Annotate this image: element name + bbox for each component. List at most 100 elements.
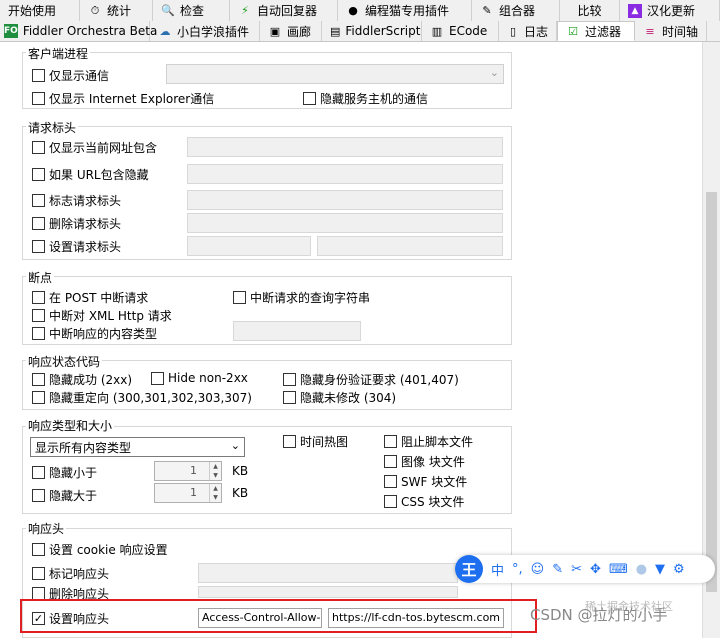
break-content-type-checkbox[interactable] <box>32 327 45 340</box>
only-show-traffic-row[interactable]: 仅显示通信 <box>32 67 109 84</box>
block-image-row[interactable]: 图像 块文件 <box>384 453 465 470</box>
hide-smaller-spinner[interactable]: 1 ▲ ▼ <box>154 461 222 481</box>
set-request-header-checkbox[interactable] <box>32 240 45 253</box>
break-query-checkbox[interactable] <box>233 291 246 304</box>
url-hide-input[interactable] <box>187 164 503 184</box>
only-ie-checkbox[interactable] <box>32 92 45 105</box>
block-script-checkbox[interactable] <box>384 435 397 448</box>
set-cookie-checkbox[interactable] <box>32 543 45 556</box>
block-swf-row[interactable]: SWF 块文件 <box>384 473 467 490</box>
only-show-traffic-checkbox[interactable] <box>32 69 45 82</box>
tab-timeline[interactable]: ≡ 时间轴 <box>635 21 707 41</box>
break-content-type-input[interactable] <box>233 321 361 341</box>
flag-response-header-row[interactable]: 标记响应头 <box>32 565 109 582</box>
break-content-type-row[interactable]: 中断响应的内容类型 <box>32 325 157 342</box>
breakpoints-title: 断点 <box>26 269 55 286</box>
delete-request-header-input[interactable] <box>187 213 503 233</box>
url-contains-row[interactable]: 仅显示当前网址包含 <box>32 139 157 156</box>
tab-xiaobai-plugin[interactable]: ☁ 小白学浪插件 <box>150 21 260 41</box>
hide-non2xx-row[interactable]: Hide non-2xx <box>151 371 248 385</box>
flag-request-header-checkbox[interactable] <box>32 194 45 207</box>
delete-response-header-input[interactable] <box>198 586 458 598</box>
block-css-checkbox[interactable] <box>384 495 397 508</box>
hide-service-host-checkbox[interactable] <box>303 92 316 105</box>
hide-smaller-checkbox[interactable] <box>32 466 45 479</box>
smile-icon[interactable]: ☺ <box>531 562 545 577</box>
tab-chinese-update[interactable]: ▲ 汉化更新 <box>620 0 720 21</box>
time-heatmap-row[interactable]: 时间热图 <box>283 433 348 450</box>
set-cookie-row[interactable]: 设置 cookie 响应设置 <box>32 541 168 558</box>
set-request-header-value-input[interactable] <box>317 236 503 256</box>
delete-request-header-checkbox[interactable] <box>32 217 45 230</box>
flag-request-header-input[interactable] <box>187 190 503 210</box>
break-query-row[interactable]: 中断请求的查询字符串 <box>233 289 370 306</box>
block-css-row[interactable]: CSS 块文件 <box>384 493 464 510</box>
content-type-select[interactable]: 显示所有内容类型 ⌄ <box>30 437 245 457</box>
tab-fiddler-orchestra[interactable]: FO Fiddler Orchestra Beta <box>0 21 157 41</box>
tab-compare[interactable]: 比较 <box>560 0 620 21</box>
only-ie-row[interactable]: 仅显示 Internet Explorer通信 <box>32 90 214 107</box>
hide-larger-row[interactable]: 隐藏大于 <box>32 487 97 504</box>
hide-non2xx-checkbox[interactable] <box>151 371 164 385</box>
tab-get-started[interactable]: 开始使用 <box>0 0 80 21</box>
set-request-header-row[interactable]: 设置请求标头 <box>32 238 121 255</box>
spinner-arrows-icon[interactable]: ▲ ▼ <box>209 462 221 480</box>
vertical-scrollbar[interactable] <box>703 42 720 638</box>
tab-ecode[interactable]: ▥ ECode <box>422 21 499 41</box>
tab-autoresponder[interactable]: ⚡ 自动回复器 <box>230 0 338 21</box>
delete-response-header-checkbox[interactable] <box>32 587 45 599</box>
time-heatmap-checkbox[interactable] <box>283 435 296 448</box>
flag-response-header-input[interactable] <box>198 563 458 583</box>
scrollbar-thumb[interactable] <box>706 192 717 592</box>
tab-statistics[interactable]: ⏱ 统计 <box>80 0 153 21</box>
break-xml-row[interactable]: 中断对 XML Http 请求 <box>32 307 172 324</box>
tab-gallery[interactable]: ▣ 画廊 <box>260 21 322 41</box>
flag-response-header-checkbox[interactable] <box>32 567 45 580</box>
spinner-arrows-icon[interactable]: ▲ ▼ <box>209 484 221 502</box>
settings-icon[interactable]: ⚙ <box>673 562 685 577</box>
scissors-icon[interactable]: ✂ <box>571 562 582 577</box>
clock-icon: ⏱ <box>90 3 100 17</box>
hide-smaller-row[interactable]: 隐藏小于 <box>32 464 97 481</box>
keyboard-icon[interactable]: ⌨ <box>609 562 628 577</box>
hide-success-row[interactable]: 隐藏成功 (2xx) <box>32 371 132 388</box>
set-request-header-name-input[interactable] <box>187 236 311 256</box>
tab-filters[interactable]: ☑ 过滤器 <box>557 21 635 41</box>
url-contains-input[interactable] <box>187 137 503 157</box>
hide-unmodified-checkbox[interactable] <box>283 391 296 404</box>
url-hide-checkbox[interactable] <box>32 168 45 181</box>
ime-chinese-toggle[interactable]: 中 <box>491 560 504 579</box>
hide-service-host-row[interactable]: 隐藏服务主机的通信 <box>303 90 428 107</box>
hide-redirect-checkbox[interactable] <box>32 391 45 404</box>
delete-response-header-row[interactable]: 删除响应头 <box>32 587 109 599</box>
tab-fiddlerscript[interactable]: ▤ FiddlerScript <box>322 21 422 41</box>
block-image-checkbox[interactable] <box>384 455 397 468</box>
shirt-icon[interactable]: ▼ <box>655 562 665 577</box>
hide-success-checkbox[interactable] <box>32 373 45 386</box>
hide-auth-row[interactable]: 隐藏身份验证要求 (401,407) <box>283 371 459 388</box>
pen-icon[interactable]: ✎ <box>552 562 563 577</box>
tools-icon[interactable]: ✥ <box>590 562 601 577</box>
flag-request-header-row[interactable]: 标志请求标头 <box>32 192 121 209</box>
break-post-row[interactable]: 在 POST 中断请求 <box>32 289 148 306</box>
hide-redirect-row[interactable]: 隐藏重定向 (300,301,302,303,307) <box>32 389 252 406</box>
hide-unmodified-row[interactable]: 隐藏未修改 (304) <box>283 389 396 406</box>
process-select[interactable]: ⌄ <box>166 64 504 84</box>
tab-composer[interactable]: ✎ 组合器 <box>472 0 560 21</box>
ime-logo-icon[interactable]: 王 <box>455 555 483 583</box>
tab-log[interactable]: ▯ 日志 <box>499 21 557 41</box>
delete-request-header-row[interactable]: 删除请求标头 <box>32 215 121 232</box>
user-icon[interactable]: ● <box>636 562 647 577</box>
ime-punctuation-toggle[interactable]: °, <box>512 562 523 577</box>
break-post-checkbox[interactable] <box>32 291 45 304</box>
tab-codemao-plugin[interactable]: ● 编程猫专用插件 <box>338 0 472 21</box>
hide-larger-spinner[interactable]: 1 ▲ ▼ <box>154 483 222 503</box>
hide-auth-checkbox[interactable] <box>283 373 296 386</box>
block-swf-checkbox[interactable] <box>384 475 397 488</box>
url-contains-checkbox[interactable] <box>32 141 45 154</box>
hide-larger-checkbox[interactable] <box>32 489 45 502</box>
tab-inspectors[interactable]: 🔍 检查 <box>153 0 230 21</box>
block-script-row[interactable]: 阻止脚本文件 <box>384 433 473 450</box>
url-hide-row[interactable]: 如果 URL包含隐藏 <box>32 166 149 183</box>
break-xml-checkbox[interactable] <box>32 309 45 322</box>
